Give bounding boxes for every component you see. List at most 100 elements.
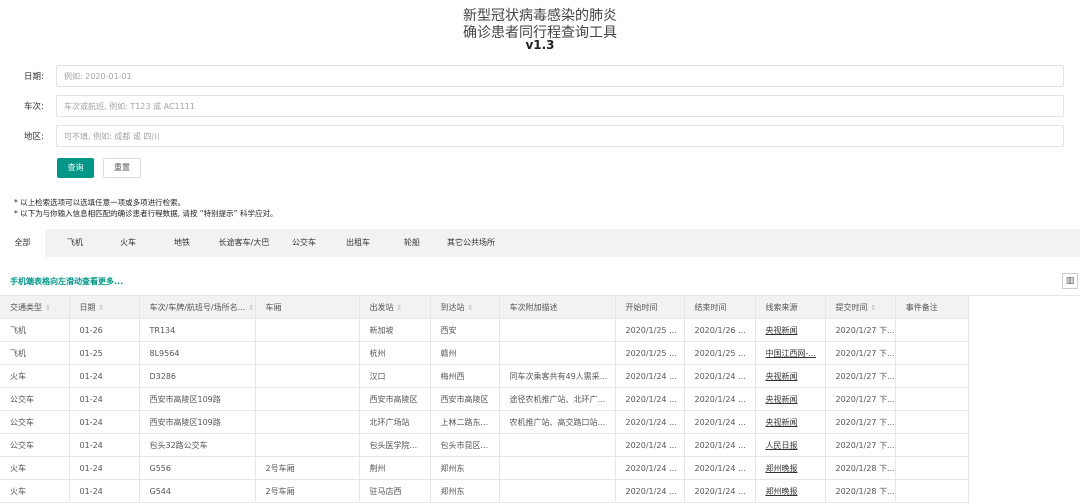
table-cell <box>255 433 360 457</box>
results-table: 交通类型 ⇕ 日期 ⇕ 车次/车牌/航班号/场所名... ⇕ 车厢 出发站 ⇕ 到达站 ⇕ 车次附加描… <box>0 296 969 503</box>
date-row: 日期: 例如: 2020-01-01 <box>0 65 1080 89</box>
sort-icon[interactable]: ⇕ <box>45 304 51 312</box>
table-cell: 2020/1/24 ... <box>684 433 756 457</box>
column-header[interactable]: 提交时间 ⇕ <box>825 296 896 319</box>
table-cell: 上林二路东... <box>430 410 500 434</box>
sort-icon[interactable]: ⇕ <box>99 304 105 312</box>
table-row: 公交车 01-24 包头32路公交车 包头医学院... 包头市昆区... 2020/1/2… <box>0 433 969 457</box>
table-cell: 包头医学院... <box>359 433 431 457</box>
table-cell: 杭州 <box>359 341 431 365</box>
tab-ship[interactable]: 轮船 <box>392 229 432 257</box>
column-header[interactable]: 车次/车牌/航班号/场所名... ⇕ <box>139 296 256 319</box>
category-tabs: 全部 飞机 火车 地铁 长途客车/大巴 公交车 出租车 轮船 其它公共场所 <box>0 229 1080 257</box>
tab-taxi[interactable]: 出租车 <box>337 229 379 257</box>
source-link[interactable]: 中国江西网-... <box>755 341 826 365</box>
table-cell: 火车 <box>0 456 70 480</box>
tab-other-places[interactable]: 其它公共场所 <box>440 229 502 257</box>
table-cell <box>499 479 616 503</box>
table-cell: 西安市高陵区109路 <box>139 410 256 434</box>
region-input[interactable]: 可不填, 例如: 成都 或 四川 <box>56 125 1064 147</box>
table-cell: 01-26 <box>69 318 140 342</box>
tab-plane[interactable]: 飞机 <box>55 229 95 257</box>
sort-icon[interactable]: ⇕ <box>397 304 403 312</box>
table-cell <box>895 364 969 388</box>
table-cell: G556 <box>139 456 256 480</box>
table-cell: 包头市昆区... <box>430 433 500 457</box>
tab-train[interactable]: 火车 <box>108 229 148 257</box>
table-cell: 01-24 <box>69 479 140 503</box>
sort-icon[interactable]: ⇕ <box>248 304 254 312</box>
table-cell <box>499 433 616 457</box>
table-cell <box>255 341 360 365</box>
source-link[interactable]: 央视新闻 <box>755 410 826 434</box>
table-cell: G544 <box>139 479 256 503</box>
table-cell <box>895 387 969 411</box>
column-header-label: 交通类型 <box>10 302 42 312</box>
table-cell: 2020/1/24 ... <box>615 479 685 503</box>
table-cell <box>499 456 616 480</box>
column-header: 结束时间 <box>684 296 756 319</box>
table-cell <box>499 318 616 342</box>
columns-filter-icon[interactable]: ▥ <box>1062 273 1078 289</box>
table-cell: 2号车厢 <box>255 456 360 480</box>
date-input[interactable]: 例如: 2020-01-01 <box>56 65 1064 87</box>
reset-button[interactable]: 重置 <box>103 158 141 178</box>
table-cell <box>895 433 969 457</box>
source-link[interactable]: 郑州晚报 <box>755 456 826 480</box>
table-row: 公交车 01-24 西安市高陵区109路 西安市高陵区 西安市高陵区 途径农机推广站、北环… <box>0 387 969 411</box>
table-cell: 驻马店西 <box>359 479 431 503</box>
table-header-row: 交通类型 ⇕ 日期 ⇕ 车次/车牌/航班号/场所名... ⇕ 车厢 出发站 ⇕ 到达站 ⇕ 车次附加描… <box>0 296 969 319</box>
table-cell <box>255 364 360 388</box>
search-button[interactable]: 查询 <box>57 158 94 178</box>
table-cell: 01-24 <box>69 387 140 411</box>
table-cell: 01-24 <box>69 410 140 434</box>
source-link[interactable]: 人民日报 <box>755 433 826 457</box>
table-cell: 8L9564 <box>139 341 256 365</box>
source-link[interactable]: 央视新闻 <box>755 387 826 411</box>
table-cell <box>895 318 969 342</box>
source-link[interactable]: 央视新闻 <box>755 364 826 388</box>
table-cell: 公交车 <box>0 410 70 434</box>
table-cell: 01-25 <box>69 341 140 365</box>
table-cell: 北环广场站 <box>359 410 431 434</box>
table-cell: 2020/1/24 ... <box>684 479 756 503</box>
column-header-label: 线索来源 <box>765 302 798 312</box>
results-table-container[interactable]: 交通类型 ⇕ 日期 ⇕ 车次/车牌/航班号/场所名... ⇕ 车厢 出发站 ⇕ 到达站 ⇕ 车次附加描… <box>0 295 1080 503</box>
table-cell: 新加坡 <box>359 318 431 342</box>
table-cell: 2020/1/24 ... <box>684 456 756 480</box>
table-cell: 公交车 <box>0 433 70 457</box>
column-header-label: 车次/车牌/航班号/场所名... <box>149 302 246 312</box>
source-link[interactable]: 郑州晚报 <box>755 479 826 503</box>
column-header[interactable]: 交通类型 ⇕ <box>0 296 70 319</box>
table-cell: 途径农机推广站、北环广... <box>499 387 616 411</box>
column-header[interactable]: 到达站 ⇕ <box>430 296 500 319</box>
date-placeholder: 例如: 2020-01-01 <box>64 72 132 81</box>
table-cell: 同车次乘客共有49人需采... <box>499 364 616 388</box>
table-cell: 2020/1/27 下... <box>825 387 896 411</box>
table-cell: 西安市高陵区109路 <box>139 387 256 411</box>
table-cell <box>499 341 616 365</box>
sort-icon[interactable]: ⇕ <box>871 304 877 312</box>
table-row: 火车 01-24 G556 2号车厢 荆州 郑州东 2020/1/24 ... 2020/1/… <box>0 456 969 480</box>
table-cell: 2020/1/24 ... <box>684 364 756 388</box>
source-link[interactable]: 央视新闻 <box>755 318 826 342</box>
version-label: v1.3 <box>525 38 555 52</box>
table-row: 飞机 01-26 TR134 新加坡 西安 2020/1/25 ... 2020/1/26 … <box>0 318 969 342</box>
train-label: 车次: <box>24 102 44 112</box>
tab-coach[interactable]: 长途客车/大巴 <box>213 229 275 257</box>
column-header[interactable]: 出发站 ⇕ <box>359 296 431 319</box>
tab-all[interactable]: 全部 <box>0 229 45 257</box>
column-header[interactable]: 日期 ⇕ <box>69 296 140 319</box>
sort-icon[interactable]: ⇕ <box>468 304 474 312</box>
tab-bus[interactable]: 公交车 <box>283 229 325 257</box>
train-placeholder: 车次或航班, 例如: T123 或 AC1111 <box>64 102 195 111</box>
table-cell: 2020/1/25 ... <box>615 341 685 365</box>
train-input[interactable]: 车次或航班, 例如: T123 或 AC1111 <box>56 95 1064 117</box>
mobile-scroll-tip: 手机端表格向左滑动查看更多... <box>10 277 124 286</box>
table-cell <box>895 410 969 434</box>
table-cell <box>895 479 969 503</box>
table-row: 飞机 01-25 8L9564 杭州 赣州 2020/1/25 ... 2020/1/25 … <box>0 341 969 365</box>
tab-subway[interactable]: 地铁 <box>162 229 202 257</box>
table-cell: 2020/1/28 下... <box>825 479 896 503</box>
notes: * 以上检索选项可以选填任意一项或多项进行检索。 * 以下为与你输入信息相匹配的… <box>14 197 277 219</box>
